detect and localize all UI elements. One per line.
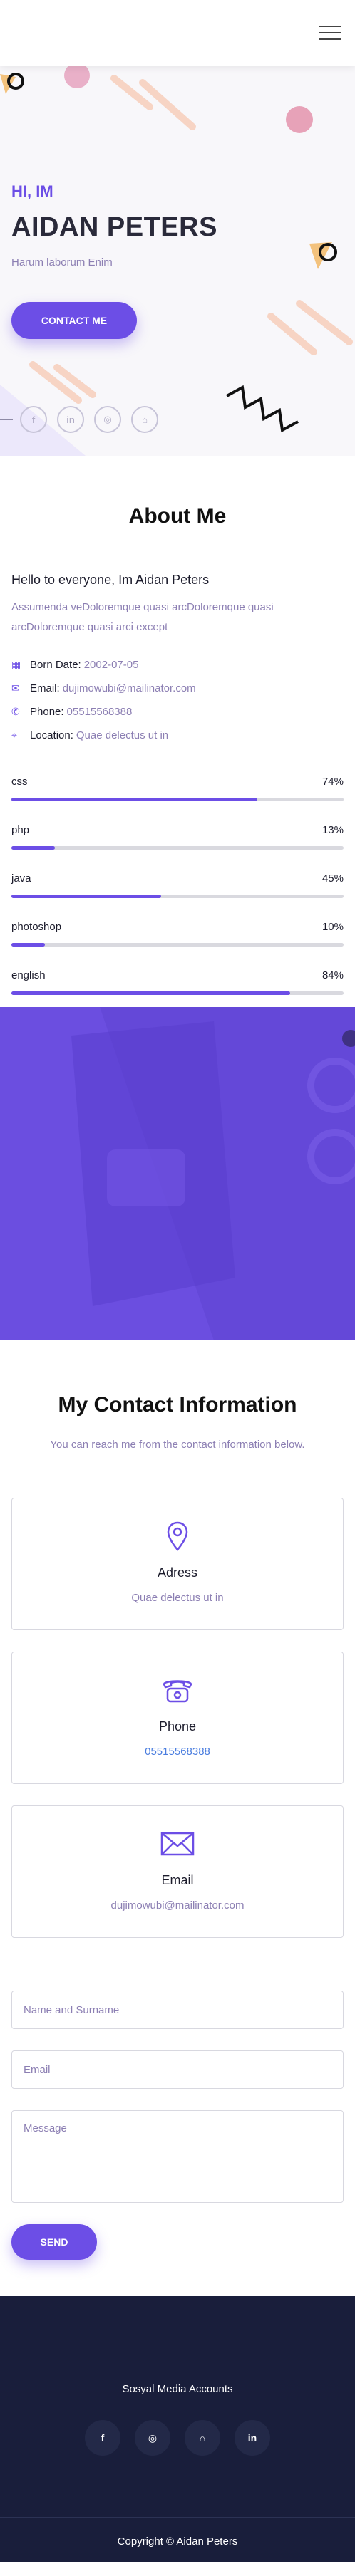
card-value: Quae delectus ut in <box>131 1592 224 1604</box>
footer-social-links: f ◎ ⌂ in <box>0 2420 355 2456</box>
skill-english: english 84% <box>11 969 344 995</box>
footer-divider <box>0 2517 355 2518</box>
hero-subtitle: Harum laborum Enim <box>11 256 113 268</box>
instagram-icon[interactable]: ◎ <box>135 2420 170 2456</box>
skill-fill <box>11 846 55 850</box>
skill-track <box>11 846 344 850</box>
skill-name: css <box>11 776 28 788</box>
skill-name: php <box>11 824 30 836</box>
envelope-icon <box>160 1829 195 1859</box>
location-pin-icon <box>167 1521 188 1551</box>
facebook-icon[interactable]: f <box>20 406 47 433</box>
info-value: dujimowubi@mailinator.com <box>62 682 196 694</box>
github-icon[interactable]: ⌂ <box>131 406 158 433</box>
send-button[interactable]: SEND <box>11 2224 97 2260</box>
github-icon[interactable]: ⌂ <box>185 2420 220 2456</box>
skill-fill <box>11 798 257 801</box>
info-phone: ✆ Phone: 05515568388 <box>11 700 344 724</box>
skill-percent: 13% <box>321 824 344 836</box>
phone-icon: ✆ <box>11 706 20 717</box>
linkedin-icon[interactable]: in <box>57 406 84 433</box>
skill-track <box>11 895 344 898</box>
instagram-icon[interactable]: ◎ <box>94 406 121 433</box>
info-value: 05515568388 <box>66 706 133 718</box>
about-text: Assumenda veDoloremque quasi arcDoloremq… <box>11 601 274 633</box>
top-navbar <box>0 0 355 66</box>
skill-name: photoshop <box>11 921 62 933</box>
copyright-text: Copyright © Aidan Peters <box>117 2535 238 2548</box>
contact-subtitle: You can reach me from the contact inform… <box>50 1439 305 1451</box>
info-value: 2002-07-05 <box>83 659 139 671</box>
contact-title: My Contact Information <box>58 1393 297 1417</box>
footer: Sosyal Media Accounts f ◎ ⌂ in Copyright… <box>0 2296 355 2562</box>
skill-track <box>11 943 344 947</box>
phone-link[interactable]: 05515568388 <box>145 1746 210 1758</box>
facebook-icon[interactable]: f <box>85 2420 120 2456</box>
skill-name: english <box>11 969 46 981</box>
background-image <box>0 1007 355 1340</box>
skill-percent: 10% <box>321 921 344 933</box>
about-title: About Me <box>128 504 227 528</box>
hero-section: HI, IM AIDAN PETERS Harum laborum Enim C… <box>0 66 355 456</box>
hero-name: AIDAN PETERS <box>11 212 217 242</box>
about-section: About Me Hello to everyone, Im Aidan Pet… <box>0 456 355 1007</box>
skill-java: java 45% <box>11 872 344 898</box>
contact-me-button[interactable]: CONTACT ME <box>11 302 137 339</box>
contact-form: Name and Surname Email Message SEND <box>11 1991 344 2260</box>
location-icon: ⌖ <box>11 729 17 741</box>
skill-percent: 84% <box>321 969 344 981</box>
skill-track <box>11 991 344 995</box>
linkedin-icon[interactable]: in <box>235 2420 270 2456</box>
phone-card: Phone 05515568388 <box>11 1652 344 1784</box>
info-born-date: ▦ Born Date: 2002-07-05 <box>11 653 344 677</box>
info-label: Location: <box>30 729 73 741</box>
card-value: dujimowubi@mailinator.com <box>110 1899 245 1912</box>
portfolio-image-band <box>0 1007 355 1340</box>
hamburger-menu-icon[interactable] <box>319 26 341 40</box>
skills-list: css 74% php 13% java 45% photoshop 10% engli… <box>11 776 344 995</box>
skill-fill <box>11 895 161 898</box>
skill-track <box>11 798 344 801</box>
skill-percent: 74% <box>321 776 344 788</box>
info-email: ✉ Email: dujimowubi@mailinator.com <box>11 677 344 700</box>
mail-icon: ✉ <box>11 682 20 694</box>
info-label: Phone: <box>30 706 64 718</box>
message-textarea[interactable]: Message <box>11 2110 344 2203</box>
skill-fill <box>11 991 291 995</box>
footer-social-title: Sosyal Media Accounts <box>122 2383 233 2395</box>
hero-social-links: f in ◎ ⌂ <box>0 406 168 433</box>
skill-name: java <box>11 872 31 885</box>
skill-css: css 74% <box>11 776 344 801</box>
skill-photoshop: photoshop 10% <box>11 921 344 947</box>
info-value: Quae delectus ut in <box>76 729 169 741</box>
card-title: Adress <box>157 1565 198 1580</box>
about-heading: Hello to everyone, Im Aidan Peters <box>11 573 210 587</box>
email-input[interactable]: Email <box>11 2050 344 2089</box>
email-card: Email dujimowubi@mailinator.com <box>11 1805 344 1938</box>
hero-greeting: HI, IM <box>11 182 53 200</box>
card-title: Phone <box>158 1719 197 1733</box>
info-label: Email: <box>30 682 60 694</box>
skill-fill <box>11 943 45 947</box>
address-card: Adress Quae delectus ut in <box>11 1498 344 1630</box>
info-location: ⌖ Location: Quae delectus ut in <box>11 724 344 747</box>
name-input[interactable]: Name and Surname <box>11 1991 344 2029</box>
contact-section: My Contact Information You can reach me … <box>0 1340 355 2296</box>
skill-percent: 45% <box>321 872 344 885</box>
telephone-icon <box>161 1675 194 1705</box>
about-info-list: ▦ Born Date: 2002-07-05 ✉ Email: dujimow… <box>11 653 344 747</box>
calendar-icon: ▦ <box>11 659 21 670</box>
card-title: Email <box>161 1873 194 1887</box>
divider-line <box>0 419 13 420</box>
skill-php: php 13% <box>11 824 344 850</box>
info-label: Born Date: <box>30 659 81 671</box>
